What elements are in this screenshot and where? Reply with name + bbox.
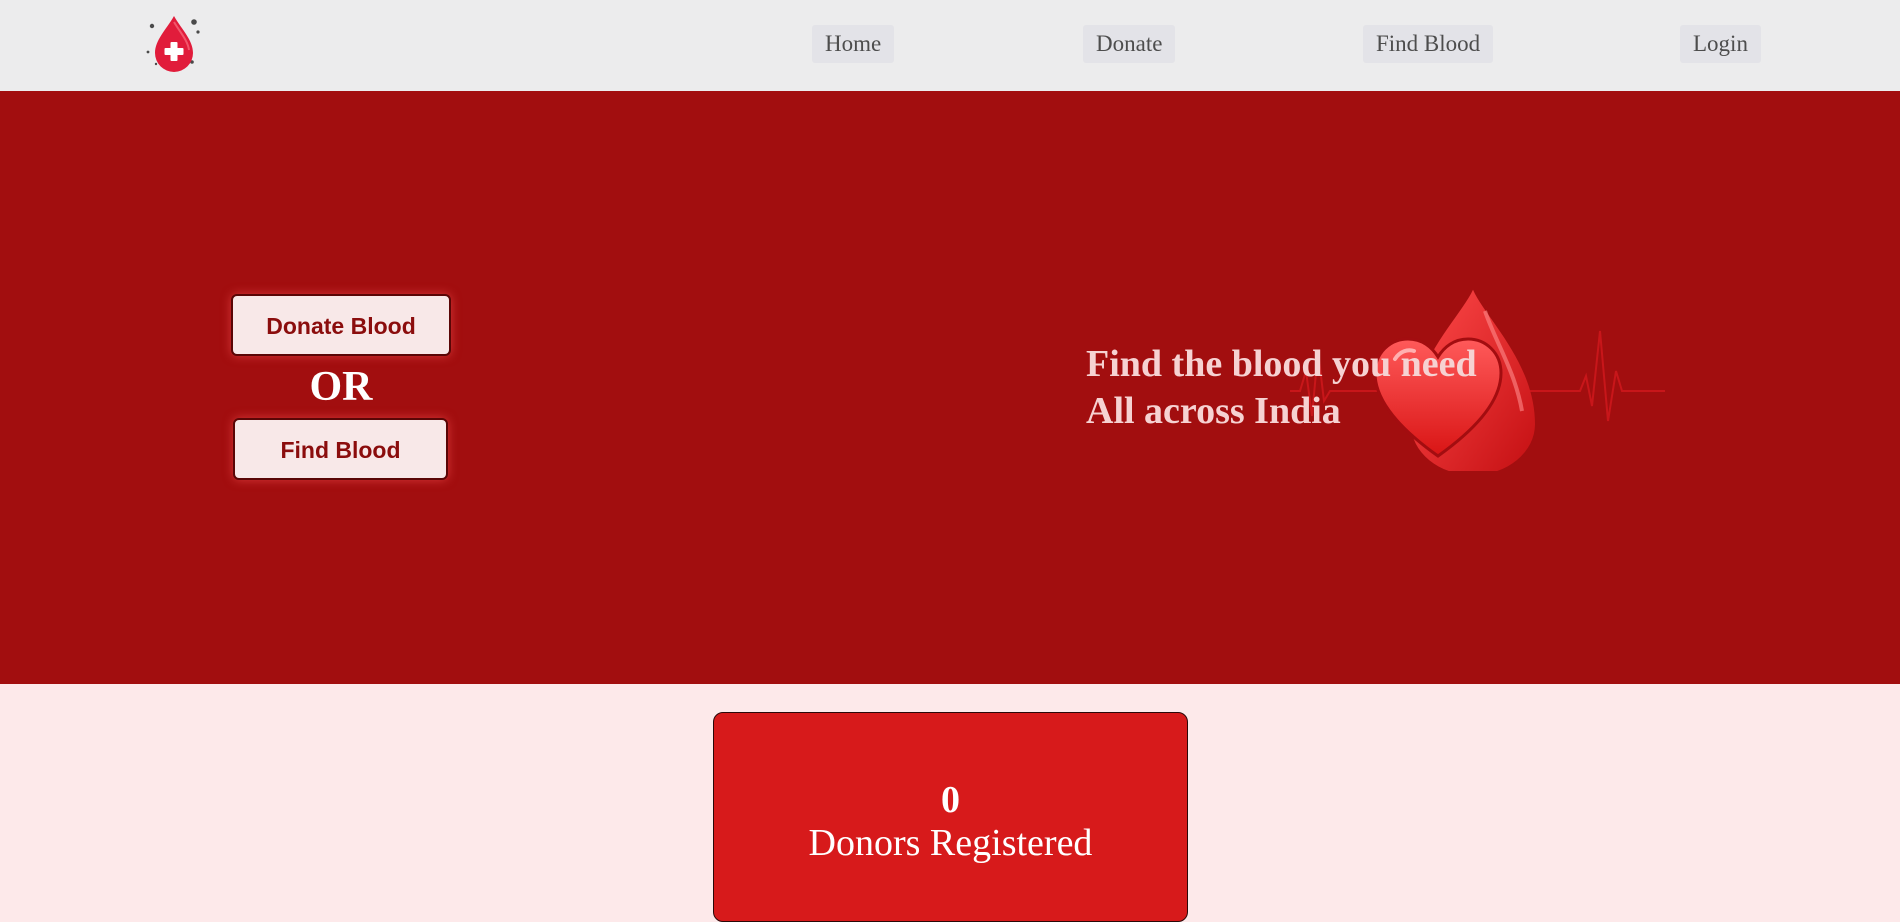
donate-blood-button[interactable]: Donate Blood [231, 294, 451, 356]
nav-link-find-blood[interactable]: Find Blood [1363, 25, 1494, 63]
nav-link-donate[interactable]: Donate [1083, 25, 1176, 63]
hero-section: Donate Blood OR Find Blood Find the bloo… [0, 91, 1900, 684]
donors-registered-card: 0 Donors Registered [713, 712, 1188, 922]
find-blood-button[interactable]: Find Blood [233, 418, 448, 480]
donor-count: 0 [941, 779, 960, 821]
navbar: Home Donate Find Blood Login [0, 0, 1900, 91]
nav-link-home[interactable]: Home [812, 25, 895, 63]
blood-drop-logo-icon[interactable] [144, 12, 204, 72]
donor-count-label: Donors Registered [808, 822, 1093, 864]
nav-link-login[interactable]: Login [1680, 25, 1761, 63]
hero-tagline: Find the blood you need All across India [1086, 341, 1477, 435]
or-separator: OR [309, 364, 373, 410]
tagline-line-1: Find the blood you need [1086, 343, 1477, 385]
tagline-line-2: All across India [1086, 390, 1341, 432]
